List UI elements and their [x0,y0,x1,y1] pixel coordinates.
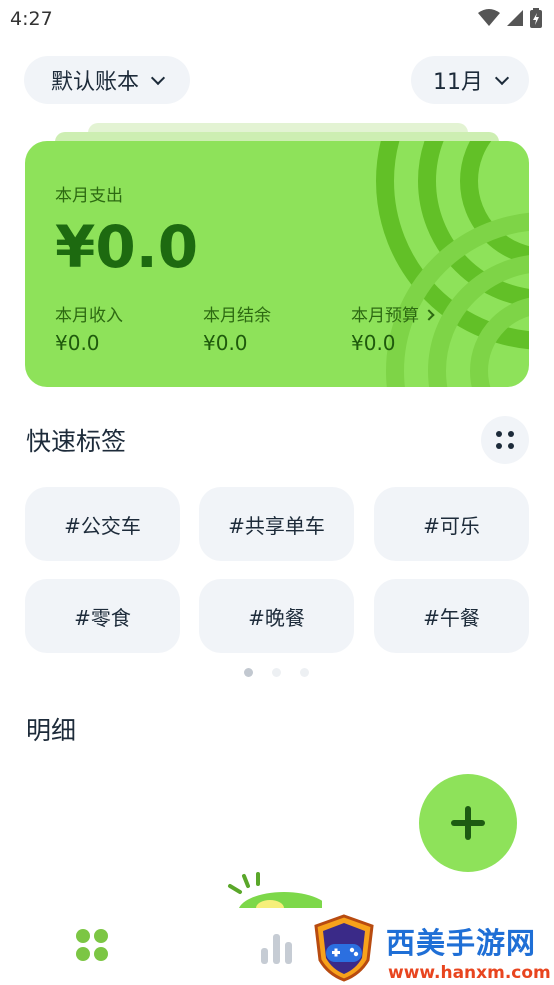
stat-bar [285,942,292,964]
status-icons [478,8,542,28]
page-indicator-dot-active[interactable] [244,668,253,677]
plus-icon-vertical [465,806,471,840]
tags-grid-button[interactable] [481,416,529,464]
budget-link[interactable]: 本月预算 [351,301,435,326]
income-value: ¥0.0 [55,331,100,355]
nav-stats-bars-icon[interactable] [261,930,295,964]
account-selector[interactable]: 默认账本 [24,56,190,104]
tag-chip[interactable]: #零食 [25,579,180,653]
dot [508,431,514,437]
add-record-button[interactable] [419,774,517,872]
expense-label: 本月支出 [55,186,123,206]
chevron-down-icon [494,70,510,85]
nav-home-grid-icon[interactable] [76,929,110,963]
monthly-summary-card[interactable]: 本月支出 ¥0.0 本月收入 ¥0.0 本月结余 ¥0.0 本月预算 ¥0.0 [25,141,529,387]
tag-chip[interactable]: #公交车 [25,487,180,561]
watermark-name: 西美手游网 [386,926,537,960]
gamepad-shield-logo-icon [314,914,374,982]
status-time: 4:27 [10,8,53,30]
dot [496,443,502,449]
balance-value: ¥0.0 [203,331,248,355]
grid-dot [94,947,108,961]
chevron-down-icon [150,70,166,85]
grid-dot [76,947,90,961]
stat-bar [273,934,280,964]
grid-dot [94,929,108,943]
account-name: 默认账本 [50,70,139,95]
watermark: 西美手游网 www.hanxm.com [310,910,554,985]
dot [496,431,502,437]
grid-dot [76,929,90,943]
tag-chip[interactable]: #共享单车 [199,487,354,561]
expense-value: ¥0.0 [55,213,199,281]
month-name: 11月 [433,70,483,95]
quick-tags-title: 快速标签 [26,427,127,456]
balance-label: 本月结余 [203,306,271,326]
budget-value: ¥0.0 [351,331,396,355]
empty-state-illustration [228,872,322,912]
wifi-icon [478,9,500,26]
page-indicator-dot[interactable] [272,668,281,677]
income-label: 本月收入 [55,306,123,326]
month-selector[interactable]: 11月 [411,56,529,104]
budget-label: 本月预算 [351,306,419,326]
status-bar: 4:27 [0,0,554,38]
page-indicator-dot[interactable] [300,668,309,677]
battery-icon [530,8,542,28]
details-title: 明细 [26,716,77,745]
chevron-right-icon [423,309,435,321]
stat-bar [261,948,268,964]
tag-chip[interactable]: #可乐 [374,487,529,561]
dot [508,443,514,449]
watermark-url: www.hanxm.com [388,963,551,983]
tag-chip[interactable]: #午餐 [374,579,529,653]
tag-chip[interactable]: #晚餐 [199,579,354,653]
signal-icon [507,10,523,26]
